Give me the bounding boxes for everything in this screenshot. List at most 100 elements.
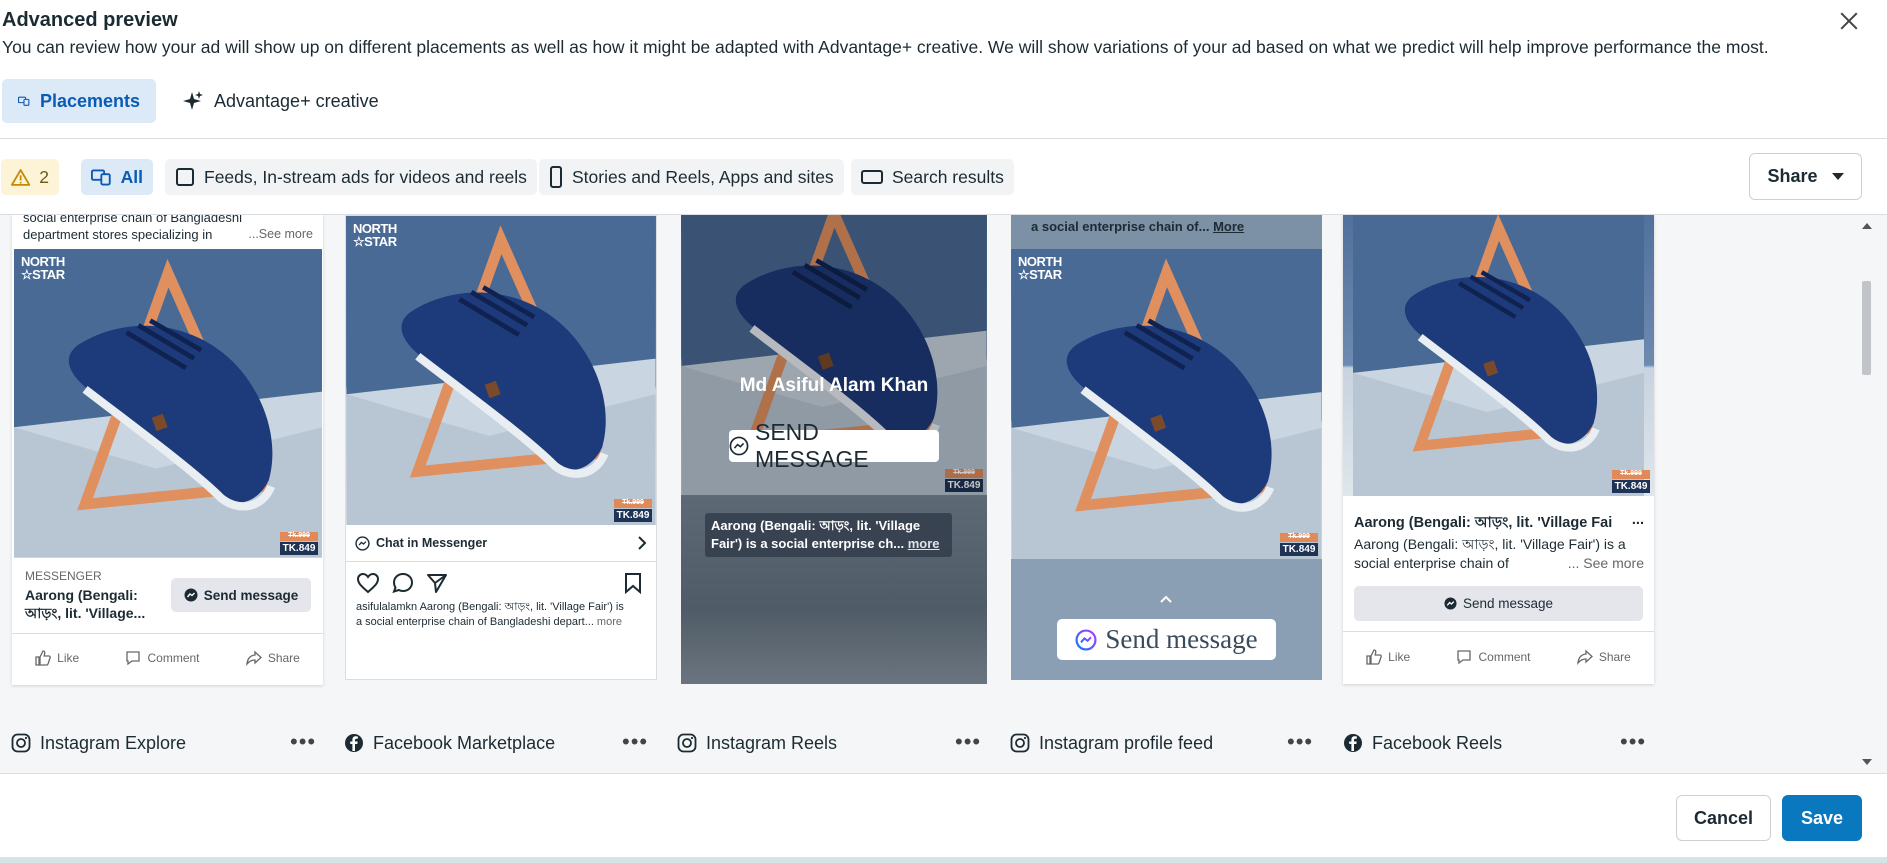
comment-button[interactable]: Comment xyxy=(125,650,200,666)
comment-icon xyxy=(1457,650,1472,665)
send-message-button[interactable]: SEND MESSAGE xyxy=(729,419,939,472)
instagram-icon xyxy=(1010,733,1030,753)
messenger-icon xyxy=(355,535,370,551)
username: asifulalamkn xyxy=(356,601,418,613)
chevron-right-icon xyxy=(638,536,647,550)
placement-caption-instagram-profile-feed: Instagram profile feed xyxy=(1010,725,1213,761)
send-message-button[interactable]: Send message xyxy=(1057,619,1276,660)
ad-text-line: social enterprise chain of Bangladeshi xyxy=(23,215,242,225)
see-more-link[interactable]: ...See more xyxy=(248,226,313,243)
placement-caption-instagram-reels: Instagram Reels xyxy=(677,725,837,761)
vertical-scrollbar[interactable] xyxy=(1860,215,1873,773)
divider xyxy=(346,561,656,562)
share-arrow-icon xyxy=(1576,649,1593,665)
preview-card-instagram-explore: social enterprise chain of Bangladeshi d… xyxy=(12,215,323,685)
north-star-logo: NORTH ☆STAR xyxy=(353,221,397,249)
placement-caption-instagram-explore: Instagram Explore xyxy=(11,725,186,761)
preview-card-facebook-marketplace: NORTH ☆STAR Tk.999 TK.849 Chat in Messenge… xyxy=(345,215,657,680)
warning-badge[interactable]: 2 xyxy=(1,159,59,195)
scroll-down-arrow[interactable] xyxy=(1862,759,1872,765)
thumbs-up-icon xyxy=(1366,649,1382,665)
tab-placements[interactable]: Placements xyxy=(2,79,156,123)
instagram-icon xyxy=(677,733,697,753)
more-options-icon[interactable]: ••• xyxy=(622,731,648,753)
chat-in-messenger-label: Chat in Messenger xyxy=(376,536,488,550)
messenger-label: MESSENGER xyxy=(25,569,102,583)
save-button[interactable]: Save xyxy=(1782,795,1862,841)
heart-icon[interactable] xyxy=(356,572,380,594)
placement-caption-facebook-reels: Facebook Reels xyxy=(1343,725,1502,761)
ad-creative-image: NORTH ☆STAR Tk.999 TK.849 xyxy=(346,216,656,525)
north-star-logo: NORTH ☆STAR xyxy=(21,254,65,282)
filter-stories-label: Stories and Reels, Apps and sites xyxy=(572,166,834,187)
reels-caption: Aarong (Bengali: আড়ং, lit. 'Village Fai… xyxy=(705,513,952,557)
tab-advantage-creative[interactable]: Advantage+ creative xyxy=(166,79,395,123)
preview-card-facebook-reels: Tk.999 TK.849 Aarong (Bengali: আড়ং, lit.… xyxy=(1343,215,1654,684)
warning-count: 2 xyxy=(39,166,49,187)
more-link[interactable]: more xyxy=(908,536,940,551)
advanced-preview-dialog: Advanced preview You can review how your… xyxy=(0,0,1887,857)
comment-button[interactable]: Comment xyxy=(1456,649,1531,665)
preview-scroll-area[interactable]: social enterprise chain of Bangladeshi d… xyxy=(0,215,1887,773)
filter-search-label: Search results xyxy=(892,166,1004,187)
send-message-button[interactable]: Send message xyxy=(1354,586,1643,621)
ad-creative-image: NORTH ☆STAR Tk.999 TK.849 xyxy=(14,249,322,558)
messenger-icon xyxy=(729,436,749,456)
divider xyxy=(12,633,323,634)
ad-text-line: department stores specializing in xyxy=(23,227,213,242)
comment-bubble-icon[interactable] xyxy=(392,572,414,594)
divider xyxy=(1343,631,1654,632)
ad-headline: আড়ং, lit. 'Village... xyxy=(25,605,146,621)
send-paper-plane-icon[interactable] xyxy=(426,572,448,594)
ad-creative-image: Tk.999 TK.849 xyxy=(1343,215,1654,496)
share-arrow-icon xyxy=(245,650,262,666)
like-button[interactable]: Like xyxy=(1366,649,1410,665)
dialog-title: Advanced preview xyxy=(2,9,178,31)
share-action-button[interactable]: Share xyxy=(1576,649,1631,665)
divider xyxy=(0,138,1887,139)
filter-stories[interactable]: Stories and Reels, Apps and sites xyxy=(539,159,844,195)
price-tag: Tk.999 TK.849 xyxy=(1280,533,1318,556)
more-link[interactable]: More xyxy=(1213,219,1244,234)
price-tag: Tk.999 TK.849 xyxy=(1612,470,1650,493)
more-options-icon[interactable]: ••• xyxy=(955,731,981,753)
more-options-icon[interactable]: ••• xyxy=(290,731,316,753)
placements-icon xyxy=(91,169,111,186)
more-link[interactable]: more xyxy=(594,616,622,628)
comment-icon xyxy=(126,651,141,666)
share-action-button[interactable]: Share xyxy=(245,650,300,666)
phone-icon xyxy=(550,166,562,188)
chevron-up-icon xyxy=(1160,595,1172,603)
bookmark-icon[interactable] xyxy=(624,572,642,594)
tab-advantage-label: Advantage+ creative xyxy=(214,90,379,111)
shoe-image xyxy=(14,249,322,558)
chat-in-messenger-row[interactable]: Chat in Messenger xyxy=(346,525,656,561)
filter-search-results[interactable]: Search results xyxy=(851,159,1014,195)
warning-icon xyxy=(11,169,31,186)
shoe-image xyxy=(1011,249,1322,559)
cancel-button[interactable]: Cancel xyxy=(1676,795,1771,841)
instagram-icon xyxy=(11,733,31,753)
close-icon[interactable] xyxy=(1836,8,1862,34)
facebook-icon xyxy=(345,734,363,752)
send-message-button[interactable]: Send message xyxy=(171,578,311,612)
scrollbar-thumb[interactable] xyxy=(1862,281,1871,375)
feed-square-icon xyxy=(176,168,194,186)
dialog-subtitle: You can review how your ad will show up … xyxy=(2,37,1769,57)
more-options-icon[interactable]: ••• xyxy=(1620,731,1646,753)
see-more-link[interactable]: ... See more xyxy=(1568,554,1644,573)
share-label: Share xyxy=(1767,166,1818,186)
ad-headline: Aarong (Bengali: xyxy=(25,587,138,603)
filter-all[interactable]: All xyxy=(81,159,153,195)
share-dropdown-button[interactable]: Share xyxy=(1749,153,1862,200)
thumbs-up-icon xyxy=(35,650,51,666)
scroll-up-arrow[interactable] xyxy=(1862,223,1872,229)
messenger-icon xyxy=(184,588,198,602)
more-options-icon[interactable]: ••• xyxy=(1287,731,1313,753)
messenger-icon xyxy=(1444,597,1457,610)
like-button[interactable]: Like xyxy=(35,650,79,666)
ad-body-line: social enterprise chain of xyxy=(1354,555,1509,571)
reaction-bar: Like Comment Share xyxy=(1343,649,1654,665)
filter-feeds[interactable]: Feeds, In-stream ads for videos and reel… xyxy=(165,159,537,195)
price-tag: Tk.999 TK.849 xyxy=(614,499,652,522)
